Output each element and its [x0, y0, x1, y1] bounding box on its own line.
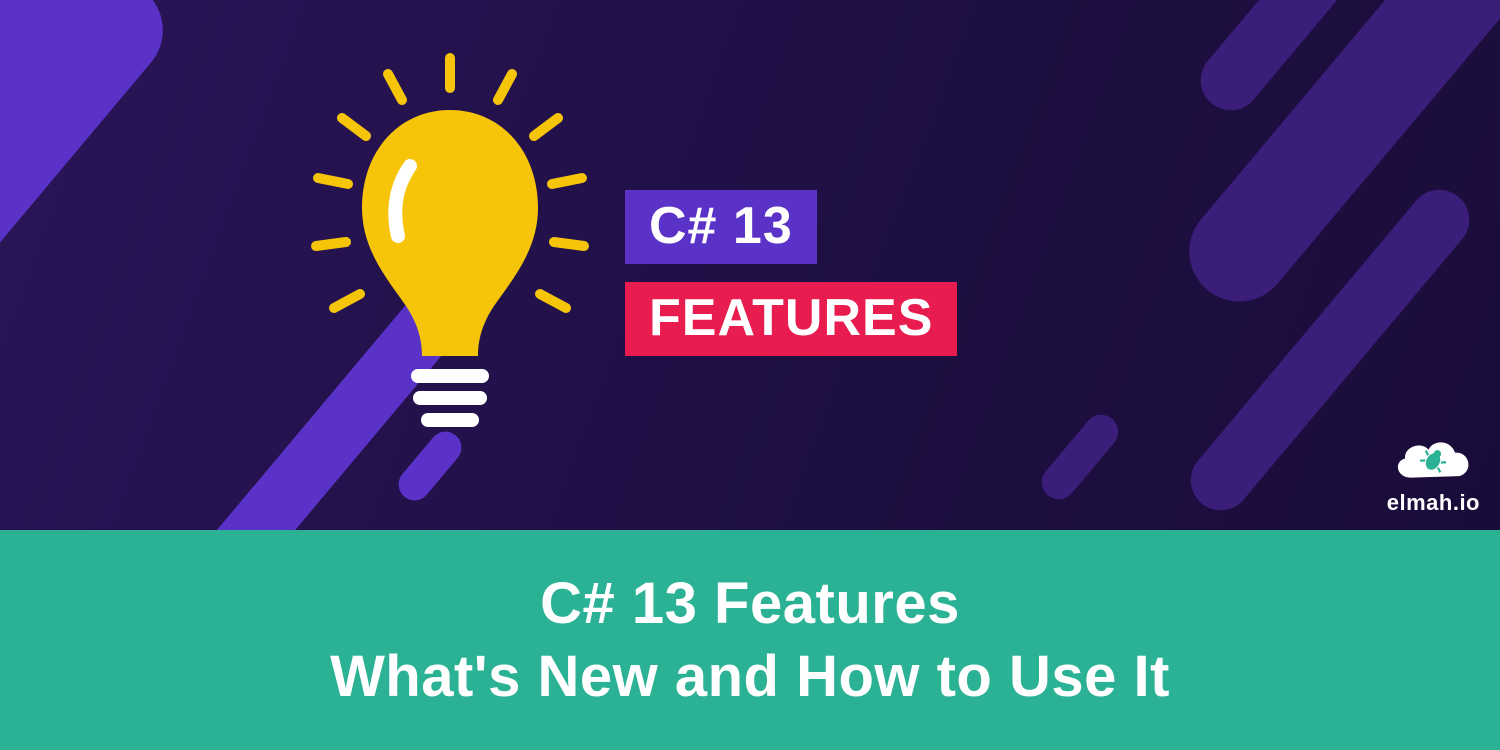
- elmah-logo: elmah.io: [1387, 432, 1480, 516]
- lightbulb-icon: [310, 50, 590, 470]
- badge-features: FEATURES: [625, 282, 957, 356]
- logo-text: elmah.io: [1387, 490, 1480, 516]
- footer-title-band: C# 13 Features What's New and How to Use…: [0, 530, 1500, 750]
- title-badges: C# 13 FEATURES: [625, 190, 957, 356]
- footer-line-2: What's New and How to Use It: [330, 643, 1170, 710]
- cloud-bug-icon: [1389, 432, 1477, 488]
- decorative-stripe: [1035, 408, 1125, 506]
- hero-banner: C# 13 FEATURES elmah.io: [0, 0, 1500, 530]
- footer-line-1: C# 13 Features: [540, 570, 960, 637]
- badge-csharp: C# 13: [625, 190, 817, 264]
- decorative-stripe: [0, 0, 183, 530]
